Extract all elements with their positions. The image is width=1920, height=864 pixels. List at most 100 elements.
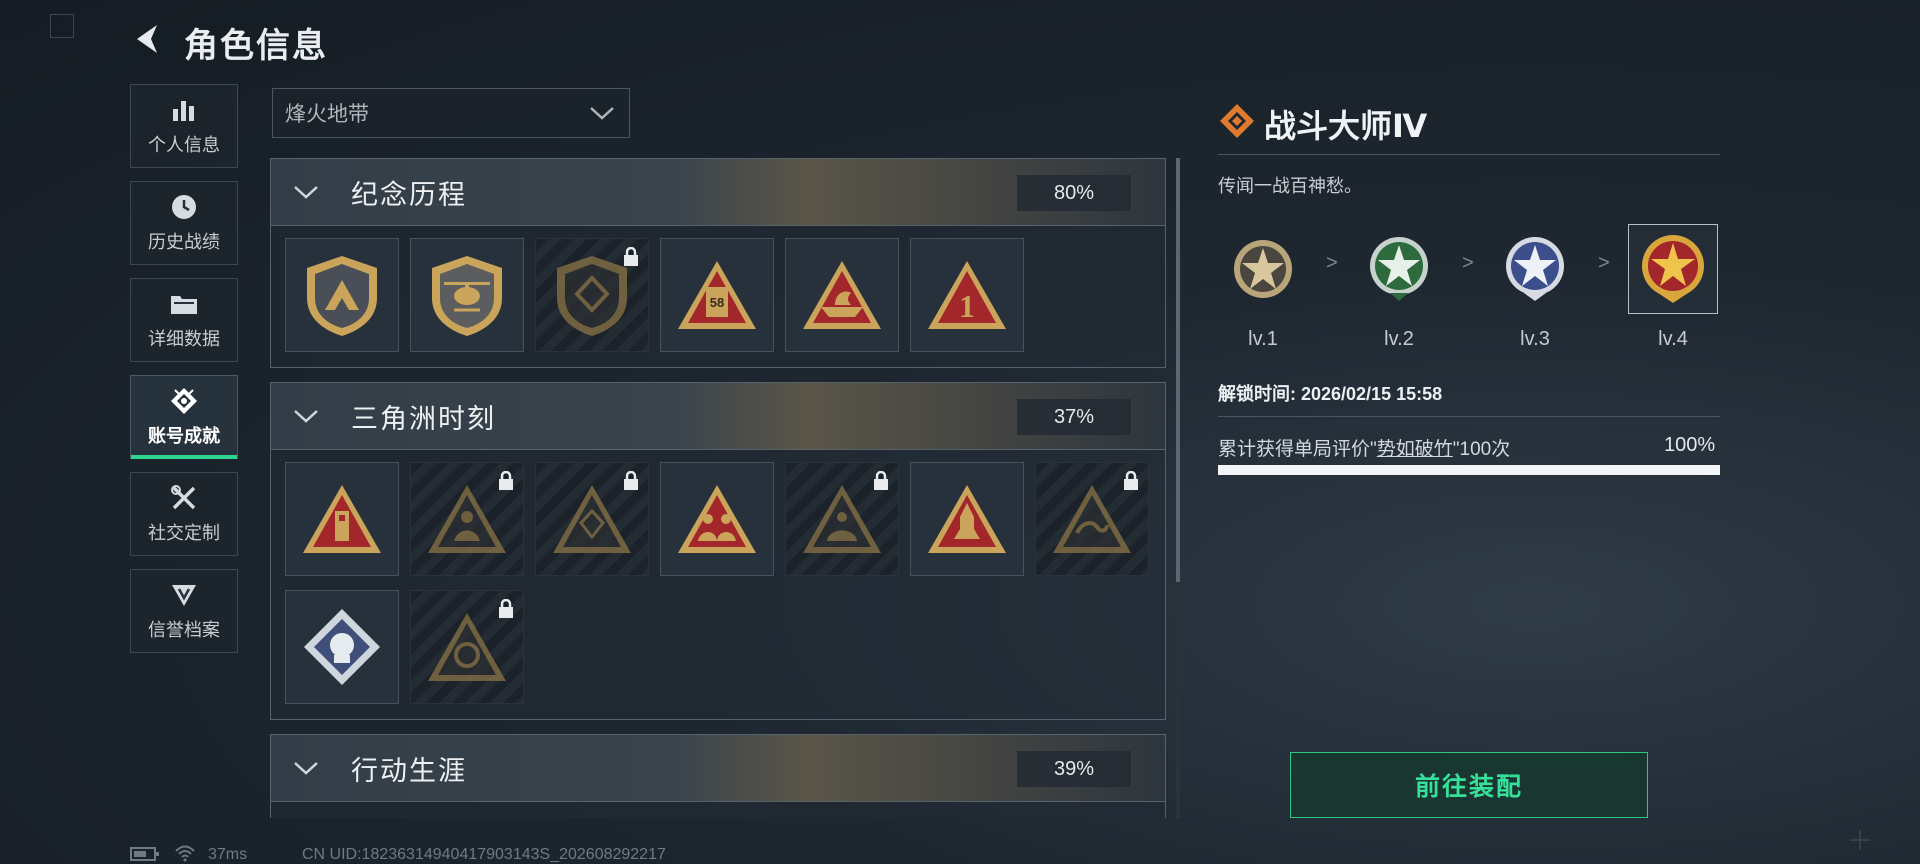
lock-icon — [624, 471, 638, 490]
shield-helicopter-badge-icon — [432, 256, 502, 336]
bar-chart-icon — [169, 95, 199, 125]
unlock-time: 解锁时间: 2026/02/15 15:58 — [1218, 384, 1443, 404]
requirement-link[interactable]: 势如破竹 — [1377, 439, 1453, 460]
sidebar-item-label: 详细数据 — [148, 329, 220, 349]
level-4[interactable]: lv.4 — [1628, 224, 1718, 351]
level-label: lv.4 — [1658, 328, 1688, 350]
medal-triangle-rocket[interactable] — [910, 462, 1024, 576]
crosshair-icon — [1850, 830, 1870, 850]
achievement-list[interactable]: 纪念历程 80% 58 1 三角洲时刻 37% 行动生涯 39% — [270, 158, 1166, 818]
level-2[interactable]: lv.2 — [1354, 224, 1444, 351]
medal-triangle-1[interactable]: 1 — [910, 238, 1024, 352]
star-medal-green-icon — [1370, 237, 1428, 301]
tools-icon — [169, 483, 199, 513]
shield-locked-badge-icon — [557, 256, 627, 336]
medal-shield-helicopter[interactable] — [410, 238, 524, 352]
lock-icon — [874, 471, 888, 490]
diamond-silver-badge-icon — [304, 608, 380, 685]
triangle-gem-badge-icon — [553, 485, 631, 553]
go-to-equip-button[interactable]: 前往装配 — [1290, 752, 1648, 818]
triangle-figure-badge-icon — [428, 485, 506, 553]
category-body — [270, 802, 1166, 818]
svg-text:58: 58 — [710, 295, 724, 310]
medal-triangle-tower[interactable] — [285, 462, 399, 576]
triangle-wave-badge-icon — [1053, 485, 1131, 553]
triangle-58-badge-icon: 58 — [678, 261, 756, 329]
reputation-icon — [169, 580, 199, 610]
achievement-icon — [169, 386, 199, 416]
svg-text:1: 1 — [959, 288, 975, 324]
level-1[interactable]: lv.1 — [1218, 224, 1308, 351]
back-arrow-icon — [137, 25, 157, 53]
battery-icon — [130, 847, 159, 861]
corner-frame — [50, 14, 74, 38]
star-medal-blue-icon — [1506, 237, 1564, 301]
medal-triangle-squad[interactable] — [660, 462, 774, 576]
category-percent: 80% — [1017, 175, 1131, 211]
chevron-down-icon — [293, 760, 333, 776]
sidebar-item-achievements[interactable]: 账号成就 — [130, 375, 238, 459]
rank-diamond-icon — [1220, 104, 1254, 138]
sidebar-item-social[interactable]: 社交定制 — [130, 472, 238, 556]
back-button[interactable] — [128, 20, 166, 58]
triangle-rocket-badge-icon — [928, 485, 1006, 553]
sidebar-item-label: 社交定制 — [148, 523, 220, 543]
lock-icon — [1124, 471, 1138, 490]
uid-text: CN UID:18236314940417903143S_20260829221… — [302, 846, 666, 863]
medal-triangle-team-locked[interactable] — [785, 462, 899, 576]
shield-mountain-badge-icon — [307, 256, 377, 336]
sidebar-item-history[interactable]: 历史战绩 — [130, 181, 238, 265]
achievement-title: 战斗大师Ⅳ — [1264, 108, 1428, 144]
scrollbar-thumb[interactable] — [1176, 158, 1180, 582]
requirement-text: 累计获得单局评价"势如破竹"100次 — [1218, 434, 1510, 461]
medal-diamond-silver[interactable] — [285, 589, 399, 704]
sidebar-item-label: 账号成就 — [148, 426, 220, 446]
sidebar-item-details[interactable]: 详细数据 — [130, 278, 238, 362]
star-medal-red-gold-icon — [1642, 235, 1704, 303]
triangle-squad-badge-icon — [678, 485, 756, 553]
chevron-down-icon — [590, 107, 614, 120]
page-title: 角色信息 — [184, 27, 328, 65]
sidebar-item-label: 历史战绩 — [148, 232, 220, 252]
level-3[interactable]: lv.3 — [1490, 224, 1580, 351]
level-separator: > — [1598, 252, 1610, 274]
category-name: 纪念历程 — [351, 179, 467, 210]
category-header-delta-moments[interactable]: 三角洲时刻 37% — [270, 382, 1166, 450]
triangle-tower-badge-icon — [303, 485, 381, 553]
level-label: lv.3 — [1520, 328, 1550, 350]
requirement-prefix: 累计获得单局评价" — [1218, 439, 1377, 460]
category-header-career[interactable]: 行动生涯 39% — [270, 734, 1166, 802]
sidebar-item-profile[interactable]: 个人信息 — [130, 84, 238, 168]
medal-triangle-ship[interactable] — [785, 238, 899, 352]
category-name: 行动生涯 — [351, 755, 467, 786]
triangle-ship-badge-icon — [803, 261, 881, 329]
sidebar-item-label: 个人信息 — [148, 135, 220, 155]
medal-triangle-gem-locked[interactable] — [535, 462, 649, 576]
sidebar-item-label: 信誉档案 — [148, 620, 220, 640]
folder-icon — [169, 289, 199, 319]
wifi-icon — [175, 845, 195, 862]
achievement-description: 传闻一战百神愁。 — [1218, 176, 1362, 196]
chevron-down-icon — [293, 408, 333, 424]
triangle-ring-badge-icon — [428, 612, 506, 681]
category-percent: 37% — [1017, 399, 1131, 435]
level-separator: > — [1462, 252, 1474, 274]
medal-shield-locked[interactable] — [535, 238, 649, 352]
medal-triangle-58[interactable]: 58 — [660, 238, 774, 352]
medal-triangle-figure-locked[interactable] — [410, 462, 524, 576]
divider — [1218, 416, 1720, 417]
sidebar-item-reputation[interactable]: 信誉档案 — [130, 569, 238, 653]
mode-dropdown-value: 烽火地带 — [285, 103, 369, 126]
clock-icon — [169, 192, 199, 222]
level-label: lv.2 — [1384, 328, 1414, 350]
divider — [1218, 154, 1720, 155]
ping-text: 37ms — [208, 846, 248, 863]
star-medal-bronze-icon — [1234, 240, 1292, 298]
medal-shield-mountain[interactable] — [285, 238, 399, 352]
mode-dropdown[interactable]: 烽火地带 — [272, 88, 630, 138]
level-label: lv.1 — [1248, 328, 1278, 350]
medal-triangle-wave-locked[interactable] — [1035, 462, 1149, 576]
medal-triangle-ring-locked[interactable] — [410, 589, 524, 704]
category-header-memorial[interactable]: 纪念历程 80% — [270, 158, 1166, 226]
category-name: 三角洲时刻 — [351, 403, 496, 434]
